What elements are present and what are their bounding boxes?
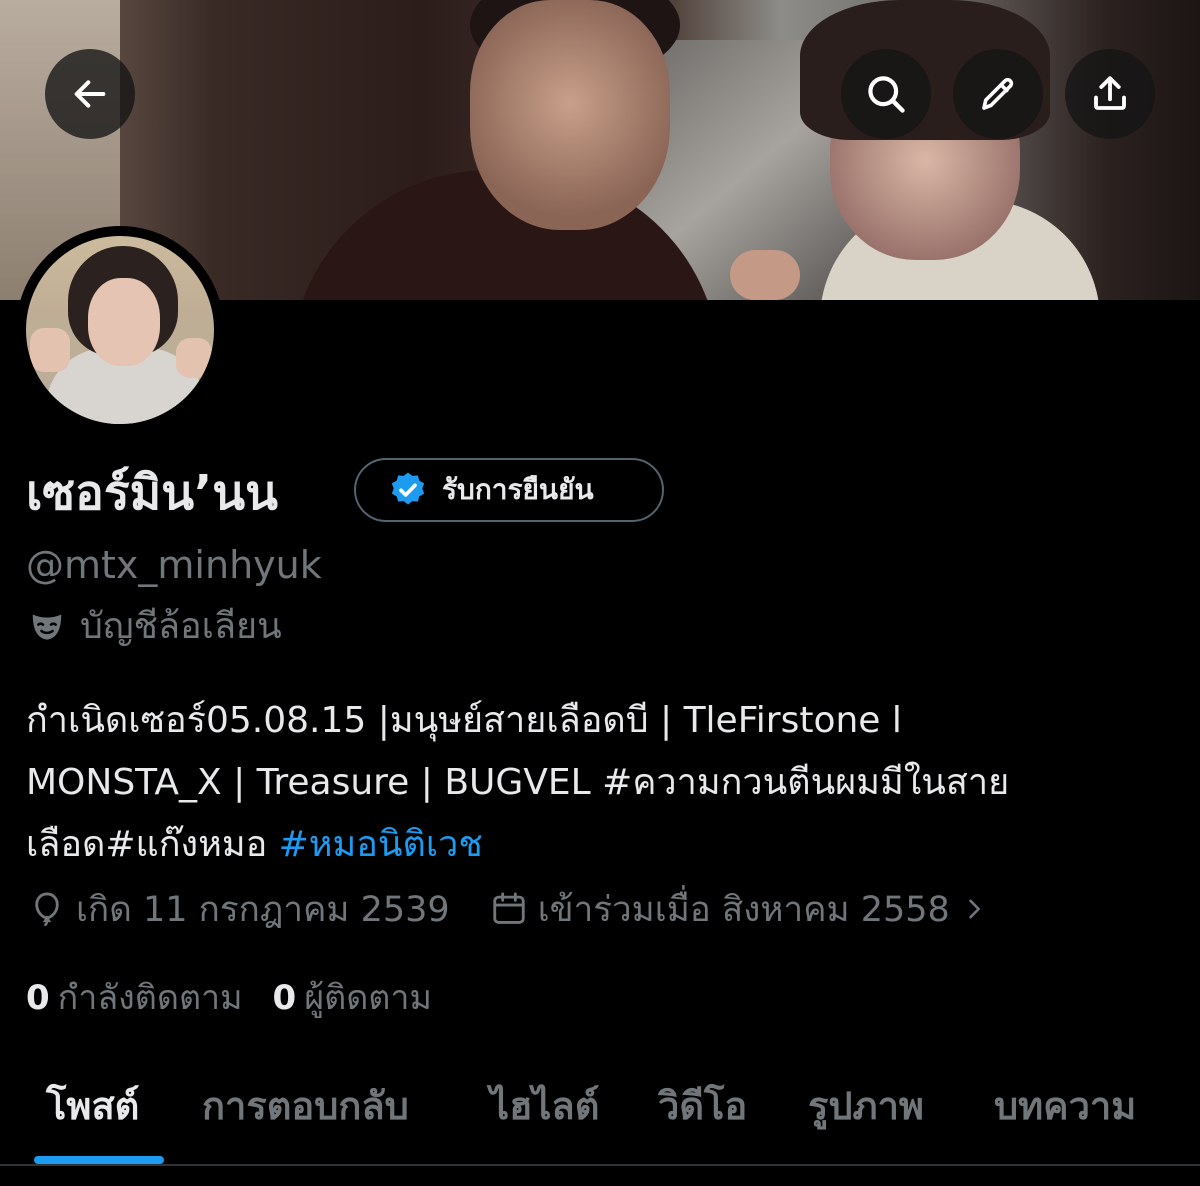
chevron-right-icon (969, 899, 980, 919)
tab-highlights[interactable]: ไฮไลต์ (490, 1076, 599, 1136)
banner-face-left (470, 0, 670, 230)
follow-stats: 0 กำลังติดตาม 0 ผู้ติดตาม (26, 972, 432, 1022)
bio-line-1: กำเนิดเซอร์05.08.15 |มนุษย์สายเลือดบี | … (26, 700, 902, 741)
tab-replies[interactable]: การตอบกลับ (202, 1076, 409, 1136)
banner-fist (730, 250, 800, 300)
followers-count: 0 (272, 978, 297, 1018)
following-count: 0 (26, 978, 50, 1018)
tab-posts[interactable]: โพสต์ (46, 1076, 139, 1136)
avatar[interactable] (16, 226, 224, 434)
back-button[interactable] (45, 49, 135, 139)
display-name: เซอร์มิน’นน (26, 465, 278, 521)
balloon-icon (35, 892, 59, 927)
verified-badge-icon (391, 472, 425, 505)
bio-line-3: เลือด#แก๊งหมอ #หมอนิติเวช (26, 814, 1176, 876)
hashtag-link[interactable]: #หมอนิติเวช (279, 824, 483, 865)
following-link[interactable]: 0 กำลังติดตาม (26, 970, 243, 1024)
birth-date: เกิด 11 กรกฎาคม 2539 (28, 882, 450, 937)
tab-photos[interactable]: รูปภาพ (808, 1076, 924, 1136)
profile-bio: กำเนิดเซอร์05.08.15 |มนุษย์สายเลือดบี | … (26, 690, 1176, 876)
followers-label: ผู้ติดตาม (304, 978, 432, 1018)
avatar-fist-right (176, 338, 212, 378)
tab-articles[interactable]: บทความ (994, 1076, 1136, 1136)
profile-tabs: โพสต์ การตอบกลับ ไฮไลต์ วิดีโอ รูปภาพ บท… (0, 1060, 1200, 1165)
share-button[interactable] (1065, 49, 1155, 139)
profile-meta-row: เกิด 11 กรกฎาคม 2539 เข้าร่วมเมื่อ สิงหา… (28, 884, 988, 934)
search-icon (868, 76, 905, 113)
pencil-icon (982, 77, 1014, 110)
bio-line-3-text: เลือด#แก๊งหมอ (26, 824, 279, 865)
search-button[interactable] (841, 49, 931, 139)
avatar-face (88, 278, 160, 366)
joined-date-text: เข้าร่วมเมื่อ สิงหาคม 2558 (537, 889, 950, 930)
followers-link[interactable]: 0 ผู้ติดตาม (273, 970, 432, 1024)
following-label: กำลังติดตาม (57, 978, 243, 1018)
get-verified-button[interactable]: รับการยืนยัน (354, 458, 664, 522)
avatar-fist-left (30, 328, 70, 372)
tabs-divider (0, 1164, 1200, 1166)
username-handle: @mtx_minhyuk (26, 543, 322, 587)
avatar-photo (26, 236, 214, 424)
parody-mask-icon (32, 614, 62, 640)
parody-label: บัญชีล้อเลียน (80, 606, 282, 647)
birth-date-text: เกิด 11 กรกฎาคม 2539 (76, 889, 450, 930)
share-upload-icon (1094, 76, 1126, 110)
parody-label-row[interactable]: บัญชีล้อเลียน (28, 602, 282, 652)
edit-button[interactable] (953, 49, 1043, 139)
bio-line-2: MONSTA_X | Treasure | BUGVEL #ความกวนตีน… (26, 762, 1010, 803)
tab-videos[interactable]: วิดีโอ (658, 1076, 747, 1136)
arrow-left-icon (74, 80, 106, 108)
get-verified-label: รับการยืนยัน (442, 473, 594, 506)
calendar-icon (493, 892, 525, 924)
active-tab-indicator (34, 1156, 164, 1164)
joined-date[interactable]: เข้าร่วมเมื่อ สิงหาคม 2558 (490, 882, 988, 937)
